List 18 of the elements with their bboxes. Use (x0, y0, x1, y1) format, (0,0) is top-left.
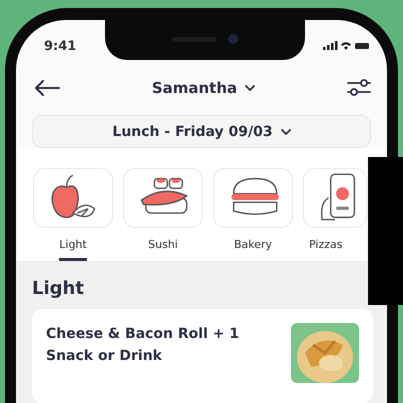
status-time: 9:41 (44, 38, 76, 54)
section-title: Light (32, 278, 85, 299)
category-card[interactable] (213, 168, 293, 228)
category-tab[interactable]: Bakery (234, 238, 272, 261)
category-card[interactable] (303, 168, 367, 228)
filter-icon[interactable] (346, 78, 371, 98)
back-arrow-icon[interactable] (34, 80, 60, 96)
category-tab[interactable]: Pizzas (309, 238, 342, 261)
category-tab[interactable]: Sushi (148, 238, 178, 261)
user-dropdown[interactable]: Samantha (152, 78, 256, 97)
menu-item-card[interactable]: Cheese & Bacon Roll + 1 Snack or Drink (32, 309, 373, 403)
chevron-icon (280, 128, 291, 135)
category-card[interactable] (33, 168, 113, 228)
item-name: Cheese & Bacon Roll + 1 Snack or Drink (46, 325, 240, 366)
category-card[interactable] (123, 168, 203, 228)
meal-selector[interactable]: Lunch - Friday 09/03 (32, 115, 371, 148)
status-icons (323, 41, 369, 52)
chevron-icon (245, 84, 256, 91)
